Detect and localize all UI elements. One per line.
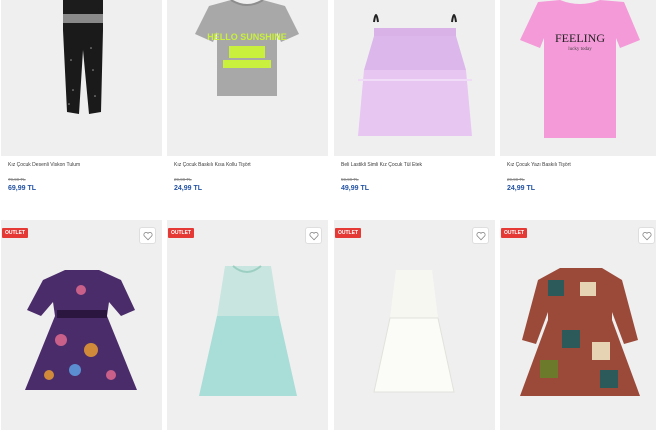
gray-tshirt-illustration: HELLO SUNSHINE <box>167 0 328 156</box>
print-text: FEELING <box>555 31 605 45</box>
product-image[interactable] <box>500 220 656 430</box>
favorite-button[interactable] <box>638 227 655 244</box>
favorite-button[interactable] <box>472 227 489 244</box>
tulle-skirt-illustration <box>334 0 495 156</box>
mint-dress-illustration <box>167 220 328 430</box>
product-price: 49,99 TL <box>341 185 370 192</box>
old-price: 29,99 TL <box>174 177 192 182</box>
product-image[interactable] <box>334 220 495 430</box>
product-price: 24,99 TL <box>174 185 203 192</box>
print-subtext: lucky today <box>568 47 592 52</box>
product-image[interactable]: HELLO SUNSHINE <box>167 0 328 156</box>
paisley-dress-illustration <box>1 220 162 430</box>
product-image[interactable] <box>1 220 162 430</box>
white-dress-illustration <box>334 220 495 430</box>
jumpsuit-illustration <box>1 0 162 156</box>
product-price: 24,99 TL <box>507 185 536 192</box>
old-price: 59,99 TL <box>341 177 359 182</box>
outlet-badge: OUTLET <box>501 228 527 238</box>
product-image[interactable] <box>1 0 162 156</box>
print-text: HELLO SUNSHINE <box>207 32 287 42</box>
pink-tshirt-illustration: FEELING lucky today <box>500 0 656 156</box>
old-price: 29,99 TL <box>507 177 525 182</box>
outlet-badge: OUTLET <box>168 228 194 238</box>
old-price: 79,99 TL <box>8 177 26 182</box>
heart-icon <box>642 231 651 240</box>
product-image[interactable] <box>167 220 328 430</box>
product-name[interactable]: Beli Lastikli Simli Kız Çocuk Tül Etek <box>341 162 422 168</box>
favorite-button[interactable] <box>305 227 322 244</box>
patchwork-dress-illustration <box>500 220 656 430</box>
product-name[interactable]: Kız Çocuk Desenli Viskon Tulum <box>8 162 80 168</box>
product-image[interactable] <box>334 0 495 156</box>
outlet-badge: OUTLET <box>335 228 361 238</box>
favorite-button[interactable] <box>139 227 156 244</box>
heart-icon <box>309 231 318 240</box>
heart-icon <box>476 231 485 240</box>
outlet-badge: OUTLET <box>2 228 28 238</box>
product-name[interactable]: Kız Çocuk Yazı Baskılı Tişört <box>507 162 571 168</box>
heart-icon <box>143 231 152 240</box>
product-price: 69,99 TL <box>8 185 37 192</box>
product-image[interactable]: FEELING lucky today <box>500 0 656 156</box>
product-name[interactable]: Kız Çocuk Baskılı Kısa Kollu Tişört <box>174 162 251 168</box>
